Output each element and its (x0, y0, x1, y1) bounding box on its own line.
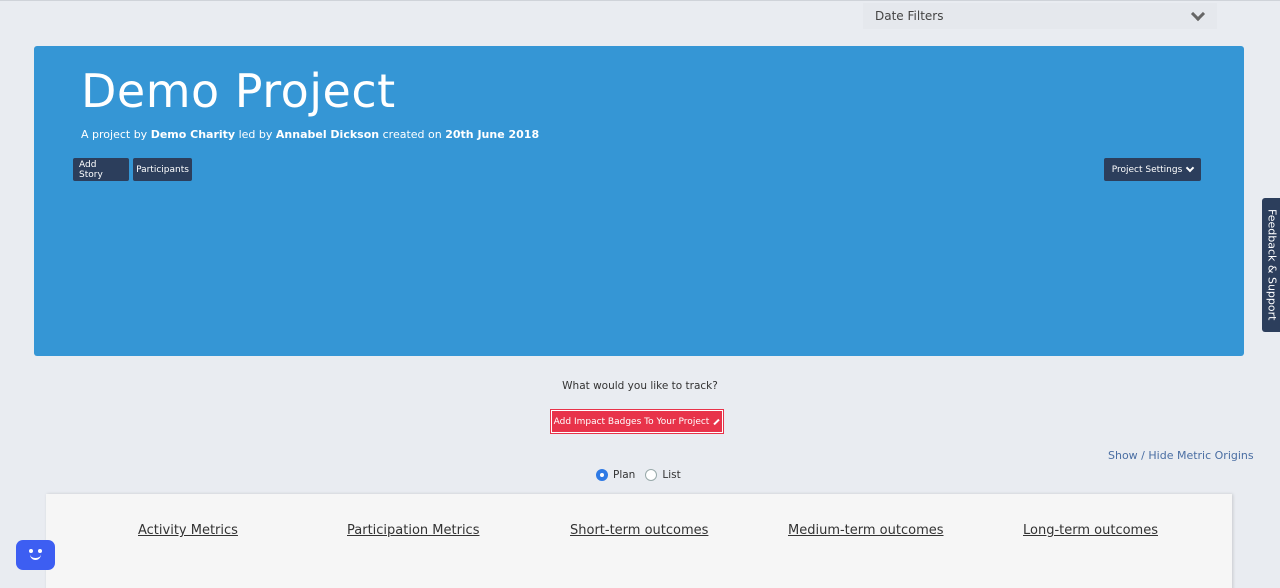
chat-smile-icon (30, 554, 41, 560)
metric-tabs: Activity Metrics Participation Metrics S… (46, 523, 1232, 543)
participants-button[interactable]: Participants (133, 158, 192, 181)
project-settings-label: Project Settings (1111, 164, 1183, 175)
view-toggle: Plan List (596, 469, 681, 481)
add-impact-badges-button[interactable]: Add Impact Badges To Your Project (550, 409, 724, 434)
list-radio-option[interactable]: List (645, 469, 681, 481)
add-impact-badges-label: Add Impact Badges To Your Project (553, 416, 710, 427)
tab-participation-metrics[interactable]: Participation Metrics (347, 523, 479, 538)
tab-medium-term-outcomes[interactable]: Medium-term outcomes (788, 523, 944, 538)
tab-short-term-outcomes[interactable]: Short-term outcomes (570, 523, 708, 538)
project-header: Demo Project A project by Demo Charity l… (34, 46, 1244, 356)
project-settings-button[interactable]: Project Settings (1104, 158, 1201, 181)
feedback-support-label: Feedback & Support (1265, 209, 1279, 321)
tab-activity-metrics[interactable]: Activity Metrics (138, 523, 238, 538)
feedback-support-tab[interactable]: Feedback & Support (1262, 198, 1280, 332)
list-label: List (662, 469, 681, 481)
project-subtitle: A project by Demo Charity led by Annabel… (81, 128, 540, 141)
tab-long-term-outcomes[interactable]: Long-term outcomes (1023, 523, 1158, 538)
add-story-button[interactable]: Add Story (73, 158, 129, 181)
chat-widget-button[interactable] (16, 540, 55, 570)
metrics-panel: Activity Metrics Participation Metrics S… (46, 494, 1232, 588)
list-radio[interactable] (645, 469, 658, 481)
chevron-down-icon (1186, 163, 1195, 172)
track-question: What would you like to track? (562, 380, 718, 392)
show-hide-metric-origins-link[interactable]: Show / Hide Metric Origins (1108, 449, 1254, 462)
plan-radio-option[interactable]: Plan (596, 469, 635, 481)
created-date: 20th June 2018 (445, 128, 540, 141)
leader-name: Annabel Dickson (275, 128, 380, 141)
project-title: Demo Project (81, 64, 396, 118)
chevron-down-icon (1190, 6, 1206, 21)
date-filters-dropdown[interactable]: Date Filters (863, 3, 1217, 29)
pencil-icon (713, 418, 721, 425)
plan-radio[interactable] (596, 469, 608, 481)
top-border (0, 0, 1280, 1)
chat-eye-icon (38, 549, 42, 553)
plan-label: Plan (613, 469, 636, 481)
date-filters-label: Date Filters (875, 9, 944, 23)
org-name: Demo Charity (150, 128, 236, 141)
chat-eye-icon (29, 549, 33, 553)
